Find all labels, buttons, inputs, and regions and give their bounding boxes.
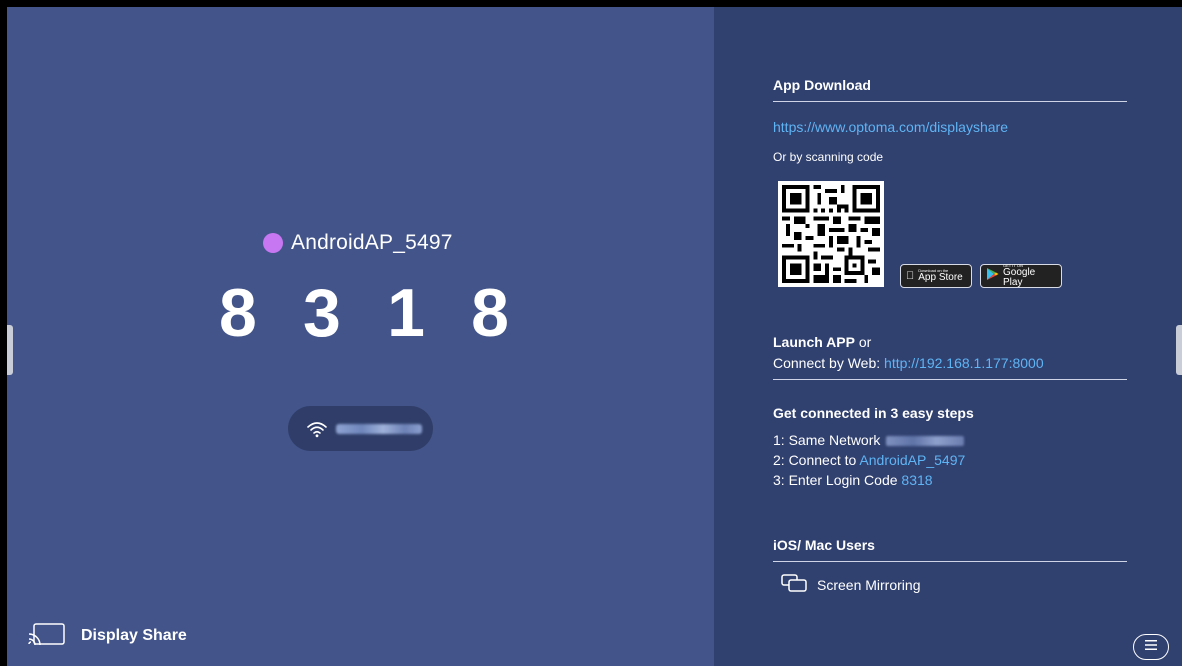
display-frame: AndroidAP_5497 8 3 1 8 Display Share App… <box>0 0 1182 666</box>
download-url-link[interactable]: https://www.optoma.com/displayshare <box>773 119 1008 135</box>
google-play-big-text: Google Play <box>1003 267 1036 288</box>
login-code-digit: 8 <box>219 275 257 351</box>
ios-mac-title: iOS/ Mac Users <box>773 537 875 553</box>
launch-or-text: or <box>858 334 872 350</box>
step-1: 1: Same Network <box>773 432 965 448</box>
device-status-dot <box>263 233 283 253</box>
launch-app-label[interactable]: Launch APP <box>773 334 855 350</box>
app-title: Display Share <box>81 627 187 644</box>
display-share-brand: Display Share <box>27 622 187 651</box>
steps-title: Get connected in 3 easy steps <box>773 405 974 421</box>
step-3: 3: Enter Login Code 8318 <box>773 472 933 488</box>
connect-web-url-link[interactable]: http://192.168.1.177:8000 <box>884 355 1044 371</box>
wifi-network-pill[interactable] <box>288 406 433 451</box>
login-code-digit: 8 <box>471 275 509 351</box>
screen-mirroring-icon <box>781 574 807 595</box>
connect-web-label: Connect by Web: <box>773 355 881 371</box>
app-store-big-text: App Store <box>910 272 962 283</box>
wifi-icon <box>306 420 328 438</box>
app-store-badge[interactable]:  Download on the App Store <box>900 264 972 288</box>
app-download-title: App Download <box>773 77 871 93</box>
network-name-redacted <box>336 423 422 434</box>
step-3-text: 3: Enter Login Code <box>773 472 898 488</box>
launch-app-line: Launch APP or <box>773 334 871 350</box>
google-play-badge[interactable]: GET IT ON Google Play <box>980 264 1062 288</box>
login-code-digit: 3 <box>303 275 341 351</box>
apple-icon:  <box>906 270 914 282</box>
network-name-redacted <box>886 436 965 447</box>
right-edge-handle[interactable] <box>1176 325 1182 375</box>
step-1-text: 1: Same Network <box>773 432 881 448</box>
device-name: AndroidAP_5497 <box>291 231 453 254</box>
connection-pane: AndroidAP_5497 8 3 1 8 Display Share <box>7 7 714 666</box>
screen-mirroring-button[interactable]: Screen Mirroring <box>781 574 920 595</box>
screen-mirroring-label: Screen Mirroring <box>817 576 921 593</box>
left-edge-handle[interactable] <box>7 325 13 375</box>
device-name-row: AndroidAP_5497 <box>263 230 453 256</box>
scan-text: Or by scanning code <box>773 150 884 164</box>
cast-icon <box>27 622 65 651</box>
connect-web-line: Connect by Web: http://192.168.1.177:800… <box>773 355 1044 371</box>
login-code: 8 3 1 8 <box>219 273 509 353</box>
google-play-icon <box>986 267 999 286</box>
menu-button[interactable] <box>1133 634 1169 660</box>
step-2-device-name: AndroidAP_5497 <box>859 452 966 468</box>
step-2: 2: Connect to AndroidAP_5497 <box>773 452 965 468</box>
divider <box>773 561 1127 562</box>
login-code-digit: 1 <box>387 275 425 351</box>
qr-code <box>778 181 884 287</box>
menu-icon <box>1143 638 1159 656</box>
display-share-screen: AndroidAP_5497 8 3 1 8 Display Share App… <box>7 7 1182 666</box>
divider <box>773 101 1127 102</box>
instructions-pane: App Download https://www.optoma.com/disp… <box>714 7 1182 666</box>
divider <box>773 379 1127 380</box>
step-3-code: 8318 <box>901 472 933 488</box>
step-2-text: 2: Connect to <box>773 452 857 468</box>
